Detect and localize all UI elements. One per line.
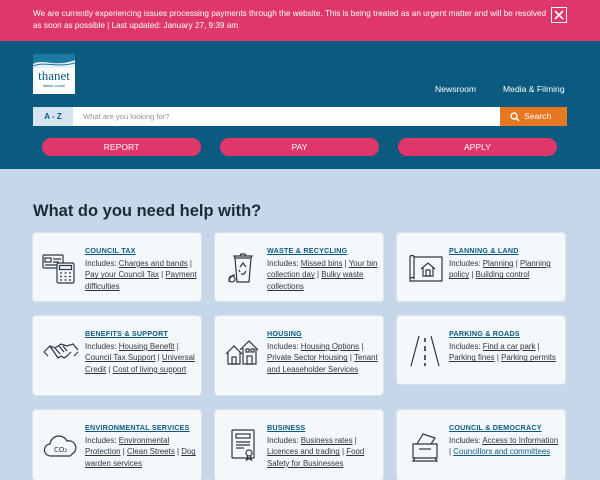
logo-name: thanet — [38, 68, 70, 83]
close-icon — [554, 10, 564, 20]
card-title[interactable]: PARKING & ROADS — [449, 329, 520, 339]
card-link[interactable]: Councillors and committees — [453, 447, 550, 456]
card-description: Includes: Environmental Protection | Cle… — [85, 436, 196, 468]
search-input[interactable] — [73, 107, 500, 126]
alert-banner: We are currently experiencing issues pro… — [0, 0, 600, 41]
card-link[interactable]: Missed bins — [301, 259, 343, 268]
ballot-box-icon — [411, 433, 439, 462]
co2-cloud-icon: CO₂ — [43, 435, 77, 457]
pay-button[interactable]: PAY — [220, 138, 379, 156]
card-description: Includes: Find a car park | Parking fine… — [449, 342, 556, 363]
calculator-card-icon — [42, 254, 75, 284]
card-link[interactable]: Licences and trading — [267, 447, 340, 456]
card-link[interactable]: Private Sector Housing — [267, 353, 348, 362]
search-button[interactable]: Search — [500, 107, 567, 126]
search-button-label: Search — [524, 111, 552, 121]
card-description: Includes: Access to Information | Counci… — [449, 436, 559, 457]
search-bar: A - Z Search — [33, 107, 567, 126]
card-title[interactable]: PLANNING & LAND — [449, 246, 519, 256]
service-card[interactable]: WASTE & RECYCLING Includes: Missed bins … — [215, 233, 383, 301]
service-card[interactable]: BUSINESS Includes: Business rates | Lice… — [215, 410, 383, 480]
card-link[interactable]: Planning — [483, 259, 514, 268]
alert-message: We are currently experiencing issues pro… — [33, 9, 547, 30]
close-alert-button[interactable] — [551, 7, 567, 23]
card-link[interactable]: Building control — [476, 270, 530, 279]
card-link[interactable]: Find a car park — [483, 342, 536, 351]
card-link[interactable]: Parking fines — [449, 353, 495, 362]
card-link[interactable]: Housing Options — [301, 342, 359, 351]
service-card[interactable]: PLANNING & LAND Includes: Planning | Pla… — [397, 233, 565, 301]
card-link[interactable]: Business rates — [301, 436, 353, 445]
card-link[interactable]: Parking permits — [501, 353, 556, 362]
card-link[interactable]: Clean Streets — [127, 447, 175, 456]
card-title[interactable]: WASTE & RECYCLING — [267, 246, 347, 256]
houses-icon — [225, 340, 259, 365]
card-title[interactable]: COUNCIL & DEMOCRACY — [449, 423, 542, 433]
service-card[interactable]: BENEFITS & SUPPORT Includes: Housing Ben… — [33, 316, 201, 395]
card-link[interactable]: Charges and bands — [119, 259, 188, 268]
card-title[interactable]: HOUSING — [267, 329, 302, 339]
a-z-button[interactable]: A - Z — [33, 107, 73, 126]
service-card[interactable]: PARKING & ROADS Includes: Find a car par… — [397, 316, 565, 384]
card-link[interactable]: Cost of living support — [113, 365, 187, 374]
handshake-icon — [43, 343, 79, 359]
card-link[interactable]: Council Tax Support — [85, 353, 155, 362]
card-description: Includes: Missed bins | Your bin collect… — [267, 259, 378, 291]
help-heading: What do you need help with? — [33, 202, 262, 220]
thanet-logo[interactable]: thanet district council — [33, 54, 75, 94]
card-description: Includes: Charges and bands | Pay your C… — [85, 259, 197, 291]
card-description: Includes: Housing Benefit | Council Tax … — [85, 342, 195, 374]
logo-wave-icon — [33, 54, 75, 68]
search-icon — [510, 112, 520, 122]
card-description: Includes: Housing Options | Private Sect… — [267, 342, 378, 374]
nav-media-filming-link[interactable]: Media & Filming — [503, 83, 565, 95]
logo-subtitle: district council — [43, 84, 65, 88]
card-link[interactable]: Housing Benefit — [119, 342, 175, 351]
service-card[interactable]: COUNCIL & DEMOCRACY Includes: Access to … — [397, 410, 565, 480]
report-button[interactable]: REPORT — [42, 138, 201, 156]
card-title[interactable]: BENEFITS & SUPPORT — [85, 329, 168, 339]
service-card[interactable]: COUNCIL TAX Includes: Charges and bands … — [33, 233, 201, 301]
apply-button[interactable]: APPLY — [398, 138, 557, 156]
card-link[interactable]: Pay your Council Tax — [85, 270, 159, 279]
recycling-bin-icon — [228, 253, 253, 283]
service-card[interactable]: CO₂ ENVIRONMENTAL SERVICES Includes: Env… — [33, 410, 201, 480]
card-title[interactable]: COUNCIL TAX — [85, 246, 136, 256]
nav-newsroom-link[interactable]: Newsroom — [435, 83, 476, 95]
site-header: thanet district council Newsroom Media &… — [0, 41, 600, 169]
svg-text:CO₂: CO₂ — [54, 446, 67, 454]
card-title[interactable]: ENVIRONMENTAL SERVICES — [85, 423, 190, 433]
card-title[interactable]: BUSINESS — [267, 423, 305, 433]
road-icon — [410, 335, 440, 367]
service-card[interactable]: HOUSING Includes: Housing Options | Priv… — [215, 316, 383, 395]
certificate-icon — [231, 429, 255, 462]
card-link[interactable]: Access to Information — [482, 436, 558, 445]
house-plan-icon — [409, 254, 443, 282]
card-description: Includes: Business rates | Licences and … — [267, 436, 365, 468]
card-description: Includes: Planning | Planning policy | B… — [449, 259, 551, 280]
